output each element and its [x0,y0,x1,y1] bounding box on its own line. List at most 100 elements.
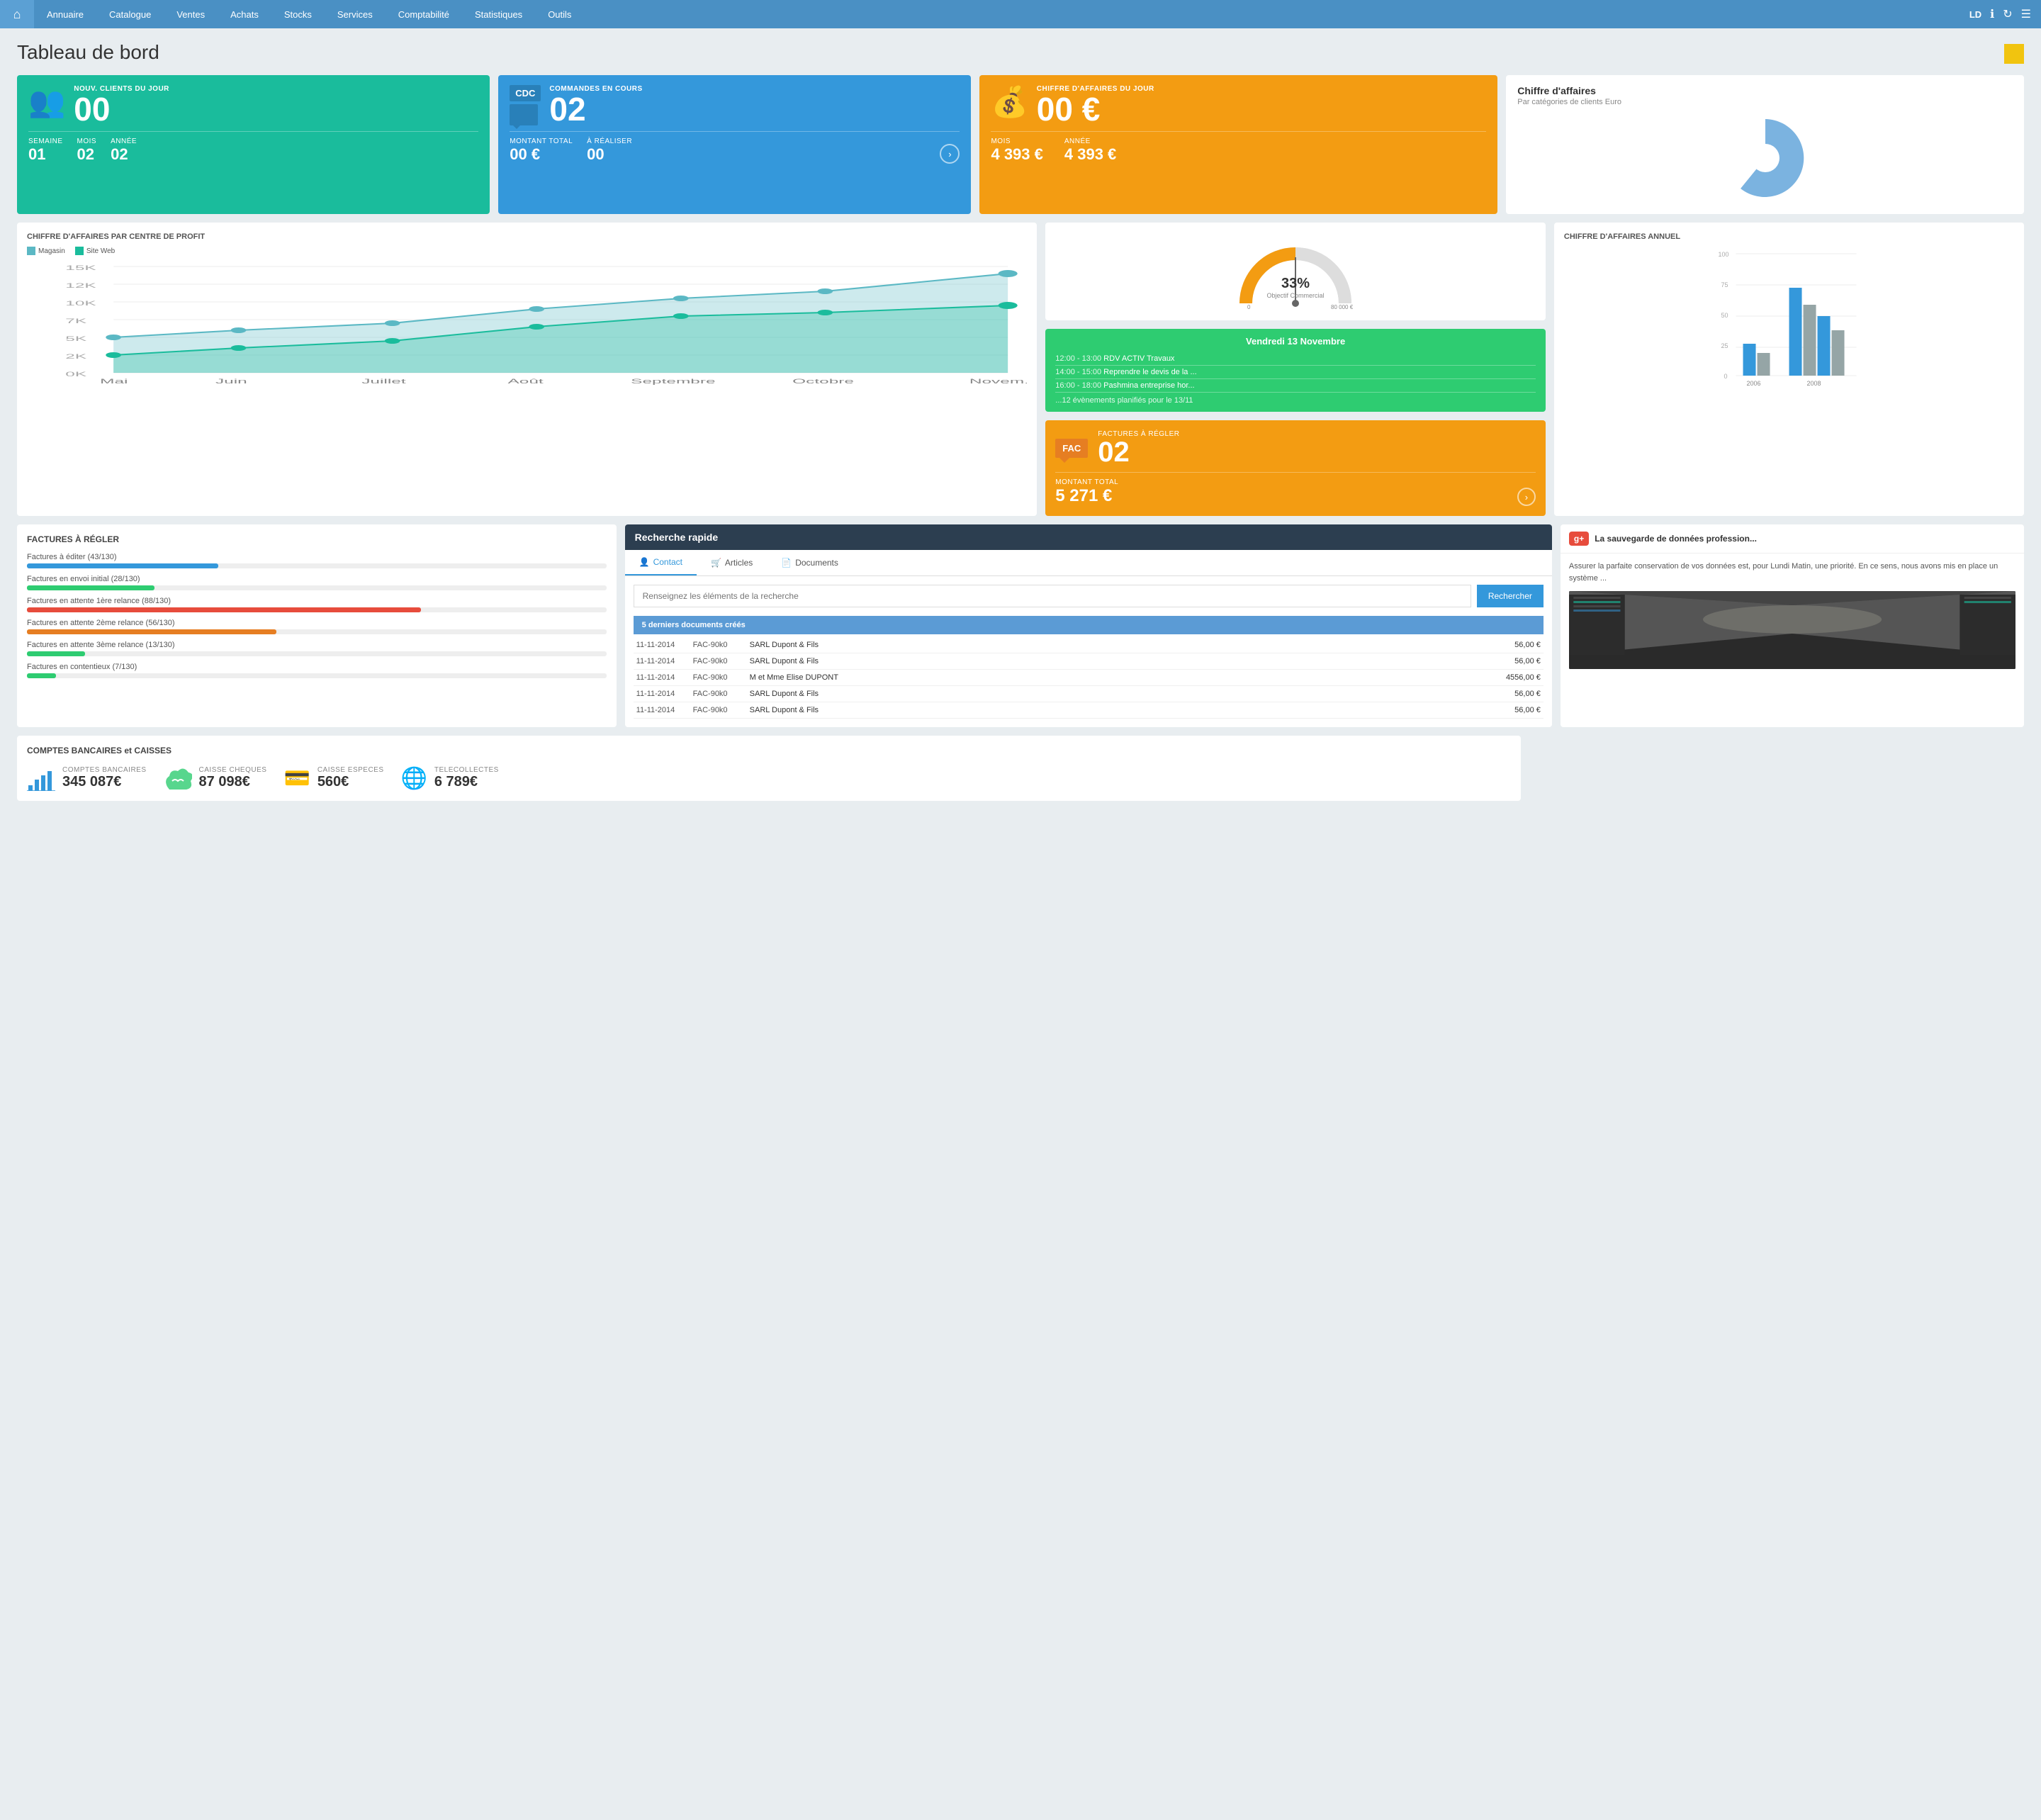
row2: CHIFFRE D'AFFAIRES PAR CENTRE DE PROFIT … [17,223,2024,516]
news-body: Assurer la parfaite conservation de vos … [1569,561,2015,584]
nav-item-catalogue[interactable]: Catalogue [96,0,164,28]
svg-text:100: 100 [1718,251,1728,258]
doc-row-3: 11-11-2014 FAC-90k0 SARL Dupont & Fils 5… [634,686,1544,702]
nav-item-annuaire[interactable]: Annuaire [34,0,96,28]
fac-value: 02 [1098,438,1179,466]
svg-text:Juillet: Juillet [361,378,405,385]
facture-row-3: Factures en attente 2ème relance (56/130… [27,619,607,634]
nav-item-ventes[interactable]: Ventes [164,0,218,28]
nav-item-statistiques[interactable]: Statistiques [462,0,535,28]
svg-text:Objectif Commercial: Objectif Commercial [1267,292,1325,299]
svg-text:0: 0 [1724,373,1727,380]
calendar-event-1: 14:00 - 15:00 Reprendre le devis de la .… [1055,366,1536,379]
line-chart-title: CHIFFRE D'AFFAIRES PAR CENTRE DE PROFIT [27,232,1027,241]
pie-chart-card: Chiffre d'affaires Par catégories de cli… [1506,75,2024,214]
line-chart-card: CHIFFRE D'AFFAIRES PAR CENTRE DE PROFIT … [17,223,1037,516]
refresh-icon[interactable]: ↻ [2003,7,2012,21]
search-card: Recherche rapide 👤 Contact 🛒 Articles 📄 … [625,524,1552,727]
menu-icon[interactable]: ☰ [2021,7,2031,21]
nav-home[interactable]: ⌂ [0,0,34,28]
facture-row-4: Factures en attente 3ème relance (13/130… [27,641,607,656]
calendar-more: ...12 évènements planifiés pour le 13/11 [1055,396,1536,405]
yellow-note[interactable] [2004,44,2024,64]
factures-title: FACTURES À RÉGLER [27,534,607,544]
compte-telecollectes-value: 6 789€ [434,774,499,790]
next-button[interactable]: › [940,144,960,164]
compte-cheques-value: 87 098€ [199,774,267,790]
fac-next-button[interactable]: › [1517,488,1536,506]
ca-annee-label: ANNÉE [1064,137,1116,145]
svg-text:2006: 2006 [1746,380,1760,387]
svg-text:Août: Août [508,378,544,385]
ca-icon: 💰 [991,85,1028,120]
fac-montant-value: 5 271 € [1055,486,1118,506]
facture-row-2: Factures en attente 1ère relance (88/130… [27,597,607,612]
compte-bancaires-value: 345 087€ [62,774,147,790]
nav-item-comptabilite[interactable]: Comptabilité [386,0,462,28]
annual-chart-title: CHIFFRE D'AFFAIRES ANNUEL [1564,232,2014,241]
realiser-value: 00 [587,145,632,164]
svg-text:0: 0 [1247,304,1251,310]
search-button[interactable]: Rechercher [1477,585,1544,607]
ca-annee-value: 4 393 € [1064,145,1116,164]
user-initials[interactable]: LD [1969,9,1981,20]
page-content: Tableau de bord 👥 NOUV. CLIENTS DU JOUR … [0,28,2041,1820]
montant-value: 00 € [510,145,573,164]
info-icon[interactable]: ℹ [1990,7,1994,21]
svg-text:0K: 0K [65,371,87,378]
fac-montant-label: MONTANT TOTAL [1055,478,1118,486]
svg-text:Novem.: Novem. [969,378,1027,385]
svg-text:Juin: Juin [215,378,247,385]
cart-icon: 🛒 [711,558,721,568]
tab-articles[interactable]: 🛒 Articles [697,550,767,575]
comptes-row: COMPTES BANCAIRES et CAISSES COMPTES BAN… [17,736,2024,801]
pie-title: Chiffre d'affaires [1517,85,2013,96]
svg-text:7K: 7K [65,318,87,325]
news-title: La sauvegarde de données profession... [1595,534,1757,544]
stat-card-commandes: CDC COMMANDES EN COURS 02 MONTANT TOTAL … [498,75,971,214]
clients-icon: 👥 [28,85,65,120]
stat-card-clients: 👥 NOUV. CLIENTS DU JOUR 00 SEMAINE 01 MO… [17,75,490,214]
montant-label: MONTANT TOTAL [510,137,573,145]
commandes-value: 02 [549,93,642,125]
svg-text:75: 75 [1721,281,1728,288]
svg-text:Septembre: Septembre [631,378,715,385]
nav-item-stocks[interactable]: Stocks [271,0,325,28]
search-input[interactable] [634,585,1471,607]
nav-item-achats[interactable]: Achats [218,0,271,28]
calendar-event-2: 16:00 - 18:00 Pashmina entreprise hor... [1055,379,1536,393]
annual-chart-card: CHIFFRE D'AFFAIRES ANNUEL 100 75 50 25 0 [1554,223,2024,516]
nav-item-services[interactable]: Services [325,0,386,28]
tab-documents[interactable]: 📄 Documents [767,550,853,575]
doc-icon: 📄 [781,558,792,568]
doc-row-1: 11-11-2014 FAC-90k0 SARL Dupont & Fils 5… [634,653,1544,670]
compte-especes: 💳 CAISSE ESPECES 560€ [283,765,383,791]
svg-text:80 000 €: 80 000 € [1331,304,1354,310]
ca-mois-label: MOIS [991,137,1042,145]
news-image [1569,591,2015,669]
nav-right: LD ℹ ↻ ☰ [1969,7,2041,21]
cdc-badge: CDC [510,85,541,101]
page-title: Tableau de bord [17,41,159,64]
svg-text:Mai: Mai [100,378,128,385]
mois-value: 02 [77,145,97,164]
doc-row-0: 11-11-2014 FAC-90k0 SARL Dupont & Fils 5… [634,637,1544,653]
svg-text:33%: 33% [1281,276,1310,291]
doc-row-4: 11-11-2014 FAC-90k0 SARL Dupont & Fils 5… [634,702,1544,719]
contact-icon: 👤 [639,557,650,567]
svg-text:10K: 10K [65,300,96,307]
tab-contact[interactable]: 👤 Contact [625,550,697,575]
fac-badge: FAC [1055,439,1088,458]
calendar-event-0: 12:00 - 13:00 RDV ACTIV Travaux [1055,352,1536,366]
semaine-label: SEMAINE [28,137,63,145]
doc-row-2: 11-11-2014 FAC-90k0 M et Mme Elise DUPON… [634,670,1544,686]
nav-item-outils[interactable]: Outils [535,0,584,28]
svg-text:2008: 2008 [1806,380,1821,387]
compte-cheques: CAISSE CHEQUES 87 098€ [164,765,267,791]
fac-card: FAC FACTURES À RÉGLER 02 MONTANT TOTAL 5… [1045,420,1546,516]
search-header: Recherche rapide [625,524,1552,550]
annee-label: ANNÉE [111,137,137,145]
gauge-card: 33% Objectif Commercial 0 80 000 € [1045,223,1546,320]
realiser-label: À RÉALISER [587,137,632,145]
stat-card-ca: 💰 CHIFFRE D'AFFAIRES DU JOUR 00 € MOIS 4… [979,75,1497,214]
